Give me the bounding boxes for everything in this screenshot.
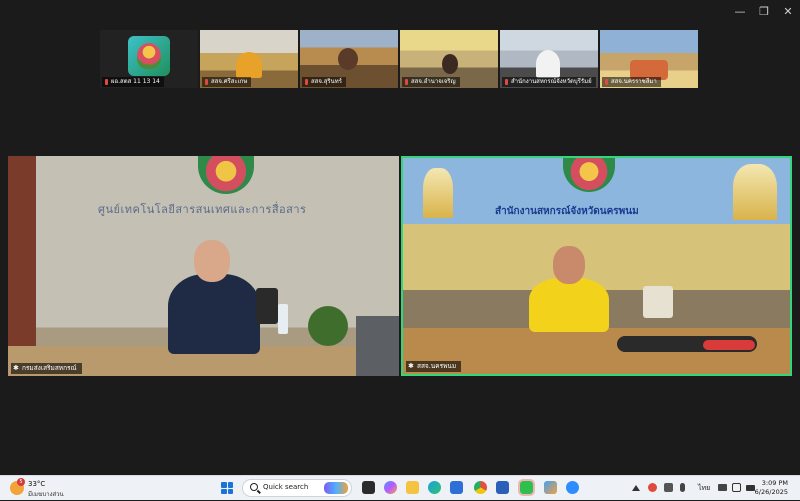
battery-icon[interactable] (746, 485, 755, 491)
show-hidden-icons-icon[interactable] (632, 485, 640, 491)
participant-head (553, 246, 585, 284)
door-panel (8, 156, 36, 376)
file-explorer-icon[interactable] (362, 481, 375, 494)
search-icon (250, 483, 258, 491)
word-icon[interactable] (496, 481, 509, 494)
meeting-window: — ❐ ✕ ผอ.สตส 11 13 14 สสจ.ศรีสะเกษ สสจ.ส… (0, 0, 800, 475)
participant-body (529, 278, 609, 332)
participant-thumbnail[interactable]: ผอ.สตส 11 13 14 (100, 30, 198, 88)
zoom-icon[interactable] (566, 481, 579, 494)
close-button[interactable]: ✕ (776, 0, 800, 22)
participant-name: สสจ.นครราชสีมา (602, 77, 661, 87)
edge-icon[interactable] (428, 481, 441, 494)
restore-button[interactable]: ❐ (752, 0, 776, 22)
wall-sign: ศูนย์เทคโนโลยีสารสนเทศและการสื่อสาร (98, 203, 307, 216)
participant-thumbnail[interactable]: สสจ.สุรินทร์ (300, 30, 398, 88)
backdrop-sign: สำนักงานสหกรณ์จังหวัดนครพนม (495, 206, 639, 217)
chair (256, 288, 278, 324)
participant-figure (236, 52, 262, 78)
weather-condition: มีเมฆบางส่วน (28, 491, 64, 498)
weather-temperature: 33°C (28, 480, 46, 488)
tray-app-icon[interactable] (664, 483, 673, 492)
participant-head (194, 240, 230, 282)
participant-name: สสจ.นครพนม (406, 361, 462, 372)
search-label: Quick search (263, 483, 309, 491)
search-highlight-icon (324, 482, 348, 494)
water-bottle (278, 304, 288, 334)
participant-thumbnail[interactable]: สสจ.นครราชสีมา (600, 30, 698, 88)
participant-name: สสจ.สุรินทร์ (302, 77, 346, 87)
participant-figure (338, 48, 358, 70)
clock-date: 6/26/2025 (754, 488, 788, 496)
clock-time: 3:09 PM (761, 479, 788, 487)
participant-strip: ผอ.สตส 11 13 14 สสจ.ศรีสะเกษ สสจ.สุรินทร… (100, 30, 698, 88)
temple-spire (733, 164, 777, 220)
taskbar: 5 33°C มีเมฆบางส่วน Quick search ไทย 3:0… (0, 475, 800, 500)
plant (308, 306, 348, 346)
participant-thumbnail[interactable]: สำนักงานสหกรณ์จังหวัดบุรีรัมย์ (500, 30, 598, 88)
tray-app-icon[interactable] (648, 483, 657, 492)
microphone-grip (703, 340, 755, 350)
participant-thumbnail[interactable]: สสจ.อำนาจเจริญ (400, 30, 498, 88)
copilot-icon[interactable] (384, 481, 397, 494)
system-clock[interactable]: 3:09 PM 6/26/2025 (755, 479, 788, 497)
notification-badge: 5 (17, 478, 25, 486)
video-tile[interactable]: ศูนย์เทคโนโลยีสารสนเทศและการสื่อสาร กรมส… (8, 156, 399, 376)
folder-icon[interactable] (406, 481, 419, 494)
search-box[interactable]: Quick search (242, 479, 352, 497)
participant-name: กรมส่งเสริมสหกรณ์ (11, 363, 82, 374)
input-language[interactable]: ไทย (698, 476, 710, 501)
line-icon[interactable] (518, 479, 535, 496)
organization-logo-icon (128, 36, 170, 76)
participant-name: ผอ.สตส 11 13 14 (102, 77, 164, 87)
store-icon[interactable] (450, 481, 463, 494)
display-icon[interactable] (718, 484, 727, 491)
temple-spire (423, 168, 453, 218)
weather-widget[interactable]: 5 33°C มีเมฆบางส่วน (10, 478, 80, 499)
monitor (356, 316, 399, 376)
participant-figure (536, 50, 560, 78)
minimize-button[interactable]: — (728, 0, 752, 22)
participant-name: สสจ.ศรีสะเกษ (202, 77, 252, 87)
chrome-icon[interactable] (474, 481, 487, 494)
participant-name: สสจ.อำนาจเจริญ (402, 77, 460, 87)
participant-body (168, 274, 260, 354)
participant-thumbnail[interactable]: สสจ.ศรีสะเกษ (200, 30, 298, 88)
participant-name: สำนักงานสหกรณ์จังหวัดบุรีรัมย์ (502, 77, 596, 87)
start-button[interactable] (221, 482, 233, 494)
video-tile-active-speaker[interactable]: สำนักงานสหกรณ์จังหวัดนครพนม สสจ.นครพนม (401, 156, 792, 376)
participant-figure (442, 54, 458, 74)
tabletop-stand (643, 286, 673, 318)
volume-icon[interactable] (732, 483, 741, 492)
title-bar: — ❐ ✕ (0, 0, 800, 22)
microphone-icon[interactable] (680, 483, 685, 492)
photos-icon[interactable] (544, 481, 557, 494)
